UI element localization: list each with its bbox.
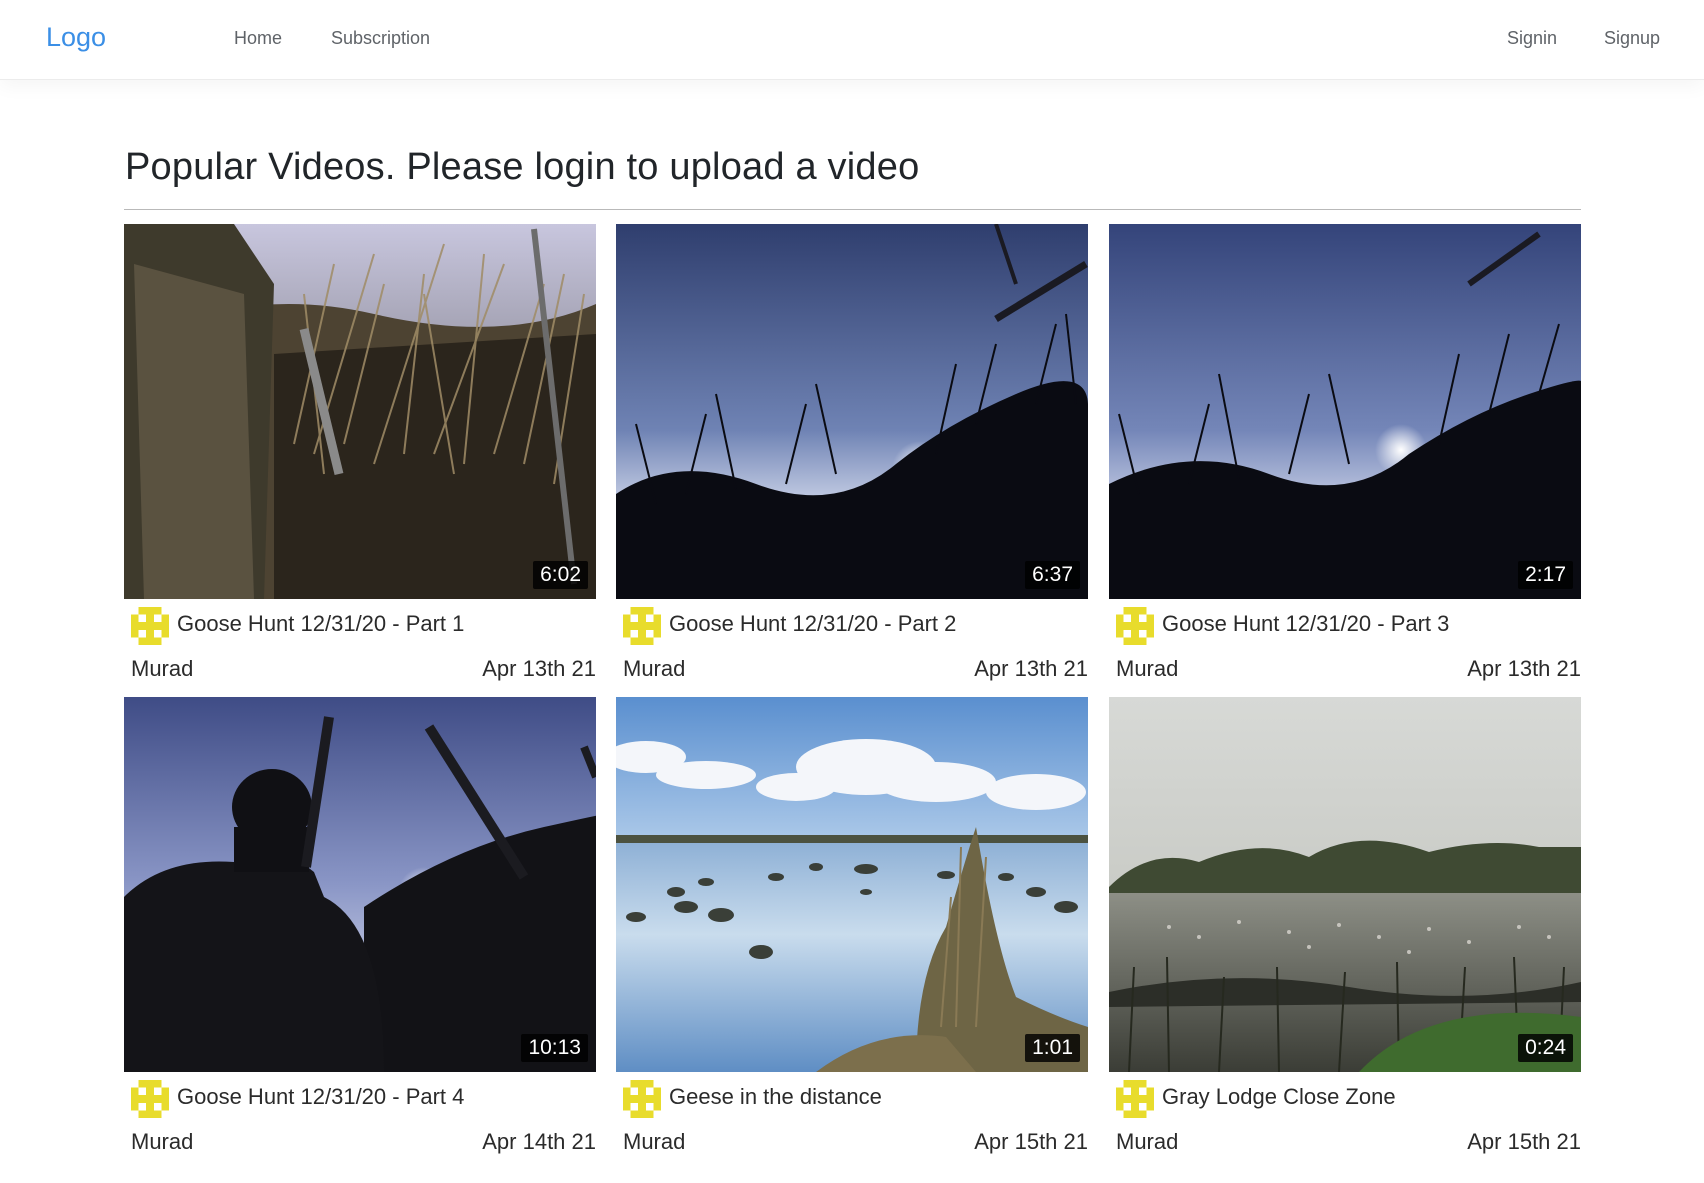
video-title[interactable]: Goose Hunt 12/31/20 - Part 4 xyxy=(177,1084,464,1110)
video-author[interactable]: Murad xyxy=(131,656,193,682)
video-author[interactable]: Murad xyxy=(623,656,685,682)
video-title[interactable]: Goose Hunt 12/31/20 - Part 3 xyxy=(1162,611,1449,637)
video-title[interactable]: Gray Lodge Close Zone xyxy=(1162,1084,1396,1110)
video-duration: 6:02 xyxy=(533,561,588,589)
video-date: Apr 13th 21 xyxy=(974,656,1088,681)
video-duration: 0:24 xyxy=(1518,1034,1573,1062)
video-card[interactable]: 2:17 Goose Hunt 12/31/20 - Part 3 Murad … xyxy=(1109,224,1581,681)
video-date: Apr 13th 21 xyxy=(482,656,596,681)
signup-link[interactable]: Signup xyxy=(1604,28,1660,49)
nav-home-link[interactable]: Home xyxy=(234,28,282,49)
video-thumbnail[interactable]: 10:13 xyxy=(124,697,596,1072)
pixel-identicon-avatar-icon xyxy=(623,607,661,645)
video-thumbnail[interactable]: 2:17 xyxy=(1109,224,1581,599)
video-duration: 6:37 xyxy=(1025,561,1080,589)
title-divider xyxy=(124,209,1581,210)
pixel-identicon-avatar-icon xyxy=(131,607,169,645)
video-thumbnail[interactable]: 6:37 xyxy=(616,224,1088,599)
video-duration: 2:17 xyxy=(1518,561,1573,589)
pixel-identicon-avatar-icon xyxy=(1116,1080,1154,1118)
video-thumbnail[interactable]: 1:01 xyxy=(616,697,1088,1072)
top-navbar: Logo Home Subscription Signin Signup xyxy=(0,0,1704,80)
pixel-identicon-avatar-icon xyxy=(131,1080,169,1118)
video-author[interactable]: Murad xyxy=(623,1129,685,1155)
video-card[interactable]: 1:01 Geese in the distance Murad Apr 15t… xyxy=(616,697,1088,1154)
video-card[interactable]: 6:02 Goose Hunt 12/31/20 - Part 1 Murad … xyxy=(124,224,596,681)
video-thumbnail[interactable]: 6:02 xyxy=(124,224,596,599)
nav-subscription-link[interactable]: Subscription xyxy=(331,28,430,49)
video-card[interactable]: 0:24 Gray Lodge Close Zone Murad Apr 15t… xyxy=(1109,697,1581,1154)
video-title[interactable]: Goose Hunt 12/31/20 - Part 1 xyxy=(177,611,464,637)
video-thumbnail[interactable]: 0:24 xyxy=(1109,697,1581,1072)
page-title: Popular Videos. Please login to upload a… xyxy=(125,146,920,188)
video-author[interactable]: Murad xyxy=(1116,1129,1178,1155)
video-date: Apr 15th 21 xyxy=(1467,1129,1581,1154)
video-duration: 10:13 xyxy=(521,1034,588,1062)
video-date: Apr 13th 21 xyxy=(1467,656,1581,681)
video-date: Apr 15th 21 xyxy=(974,1129,1088,1154)
signin-link[interactable]: Signin xyxy=(1507,28,1557,49)
video-title[interactable]: Geese in the distance xyxy=(669,1084,882,1110)
video-card[interactable]: 10:13 Goose Hunt 12/31/20 - Part 4 Murad… xyxy=(124,697,596,1154)
video-author[interactable]: Murad xyxy=(131,1129,193,1155)
video-duration: 1:01 xyxy=(1025,1034,1080,1062)
video-title[interactable]: Goose Hunt 12/31/20 - Part 2 xyxy=(669,611,956,637)
pixel-identicon-avatar-icon xyxy=(1116,607,1154,645)
video-date: Apr 14th 21 xyxy=(482,1129,596,1154)
video-grid: 6:02 Goose Hunt 12/31/20 - Part 1 Murad … xyxy=(124,224,1581,1164)
brand-logo[interactable]: Logo xyxy=(46,22,106,53)
video-author[interactable]: Murad xyxy=(1116,656,1178,682)
video-card[interactable]: 6:37 Goose Hunt 12/31/20 - Part 2 Murad … xyxy=(616,224,1088,681)
pixel-identicon-avatar-icon xyxy=(623,1080,661,1118)
